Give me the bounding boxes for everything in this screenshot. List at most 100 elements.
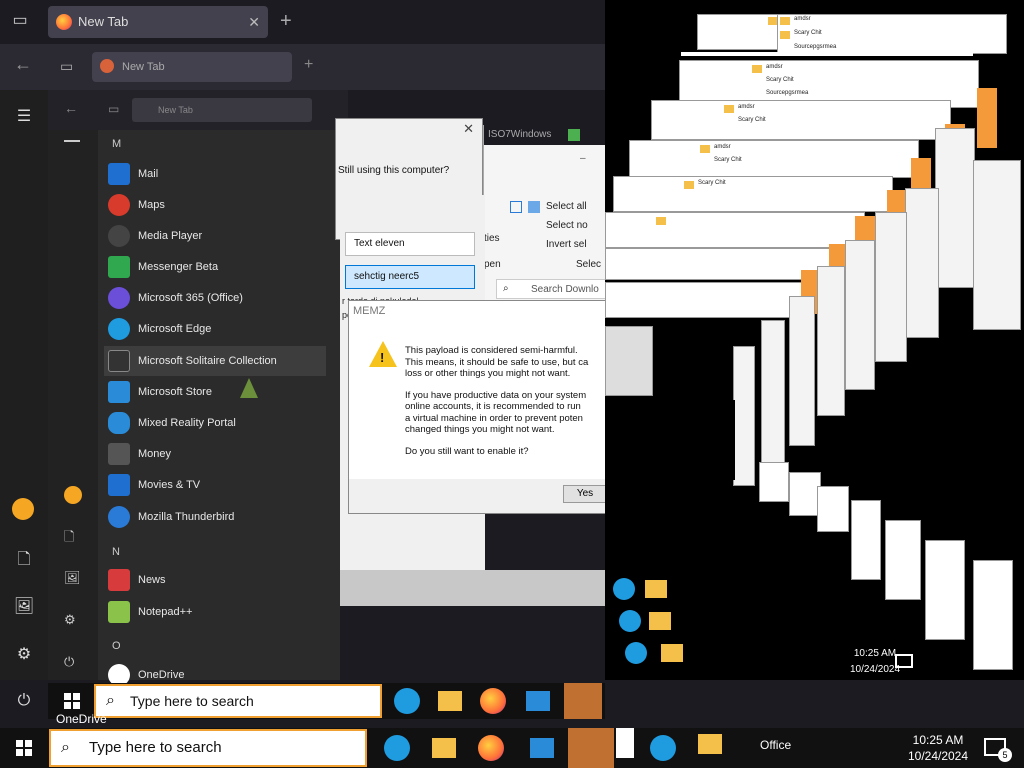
notification-count: 5 [998,748,1012,762]
app-label: Media Player [138,230,203,242]
tunnel-label: Sourcepgsrmea [794,44,837,50]
tunnel-label: Scary Chit [766,77,794,83]
taskbar-clock[interactable]: 10:25 AM 10/24/2024 [900,732,976,764]
select-none-button[interactable]: Select no [546,220,588,231]
app-solitaire[interactable]: Microsoft Solitaire Collection [104,346,326,376]
app-money[interactable]: Money [104,439,326,469]
app-thunderbird[interactable]: Mozilla Thunderbird [104,502,326,532]
close-icon[interactable]: ✕ [463,121,474,137]
tunnel-window-edge [761,320,785,470]
maps-icon [108,194,130,216]
windows-start-icon[interactable] [64,693,80,709]
app-news[interactable]: News [104,565,326,595]
windows-start-icon[interactable] [16,740,32,756]
tab-new-tab[interactable]: New Tab ✕ [48,6,268,38]
tunnel-window-edge [845,240,875,390]
pictures-icon[interactable]: 🖼 [12,596,36,620]
letter-header-m[interactable]: M [112,138,121,150]
mail-icon [108,163,130,185]
edge-icon[interactable] [394,688,420,714]
taskbar-search-ghost[interactable]: ⌕ Type here to search [94,684,382,718]
store-icon[interactable] [530,738,554,758]
tunnel-label: Scary Chit [794,30,822,36]
app-label: Notepad++ [138,606,193,618]
thunderbird-icon [108,506,130,528]
user-avatar[interactable] [12,498,34,520]
search-placeholder: Search Downlo [531,284,599,295]
edge-icon[interactable] [384,735,410,761]
app-messenger-beta[interactable]: Messenger Beta [104,252,326,282]
file-explorer-icon[interactable] [438,691,462,711]
notepad-icon [108,601,130,623]
tab-list-icon[interactable]: ▭ [8,10,32,34]
body-line: changed things you might not want. [405,424,555,435]
back-arrow-icon[interactable]: ← [14,54,32,75]
documents-icon[interactable]: 🗋 [12,548,36,572]
store-icon[interactable] [526,691,550,711]
app-mail[interactable]: Mail [104,159,326,189]
settings-gear-icon[interactable]: ⚙ [12,644,36,668]
search-placeholder: Type here to search [130,693,254,709]
search-downloads-input[interactable]: ⌕ Search Downlo [496,279,606,299]
ghost-browser-bar-2: ← ▭ New Tab [48,90,348,130]
new-tab-icon[interactable]: + [280,10,292,33]
tunnel-window [973,560,1013,670]
app-label: Mozilla Thunderbird [138,511,235,523]
file-explorer-icon[interactable] [432,738,456,758]
ghost-tab-2: New Tab [132,98,312,122]
yes-button[interactable]: Yes [563,485,607,503]
app-label: Mixed Reality Portal [138,417,236,429]
tunnel-label: amdsr [766,64,783,70]
new-tab-icon-ghost: + [304,56,314,73]
app-label: Microsoft Edge [138,323,212,335]
tunnel-window-edge [875,212,907,362]
app-microsoft-edge[interactable]: Microsoft Edge [104,314,326,344]
select-all-button[interactable]: Select all [546,201,587,212]
taskbar-search-input[interactable]: ⌕ Type here to search [49,729,367,767]
app-movies-tv[interactable]: Movies & TV [104,470,326,500]
hamburger-menu-icon[interactable]: ☰ [12,106,36,130]
tunnel-label: Scary Chit [714,157,742,163]
app-notepad-plus[interactable]: Notepad++ [104,597,326,627]
letter-header-o[interactable]: O [112,640,121,652]
properties-icon[interactable] [510,201,522,213]
documents-icon-ghost: 🗋 [64,529,75,544]
tunnel-window: Scary Chit [613,176,893,212]
select-all-icon [528,201,540,213]
messenger-active-icon[interactable] [568,728,614,768]
app-microsoft-store[interactable]: Microsoft Store [104,377,326,407]
edge-icon [625,642,647,664]
firefox-icon [56,14,72,30]
app-media-player[interactable]: Media Player [104,221,326,251]
start-app-list: M Mail Maps Media Player Messenger Beta … [98,130,340,686]
app-label: Microsoft Solitaire Collection [138,355,277,367]
green-app-icon [568,129,580,141]
body-line: If you have productive data on your syst… [405,389,587,401]
money-icon [108,443,130,465]
close-tab-icon[interactable]: ✕ [248,6,260,38]
taskbar-ghost: ⌕ Type here to search [48,683,605,719]
tunnel-effect: amdsr amdsr Scary Chit Sourcepgsrmea amd… [605,0,1024,680]
messenger-active-icon[interactable] [564,683,602,719]
power-icon-ghost: ⏻ [64,654,75,669]
tab-list-icon-ghost: ▭ [60,58,74,74]
folder-icon [752,65,762,73]
letter-header-n[interactable]: N [112,546,120,558]
app-maps[interactable]: Maps [104,190,326,220]
search-icon: ⌕ [61,739,70,756]
notification-center-icon[interactable]: 5 [984,738,1012,762]
tunnel-window [885,520,921,600]
edge-icon [613,578,635,600]
tunnel-label: Scary Chit [698,180,726,186]
power-icon[interactable]: ⏻ [12,692,36,716]
minimize-icon[interactable]: – [580,153,586,164]
firefox-icon[interactable] [478,735,504,761]
folder-icon [649,612,671,630]
selected-field[interactable]: sehctig neerc5 [345,265,475,289]
explorer-titlebar: ISO7Windows [484,125,606,145]
app-mixed-reality[interactable]: Mixed Reality Portal [104,408,326,438]
text-field[interactable]: Text eleven [345,232,475,256]
firefox-icon[interactable] [480,688,506,714]
app-microsoft-365[interactable]: Microsoft 365 (Office) [104,283,326,313]
invert-selection-button[interactable]: Invert sel [546,239,587,250]
